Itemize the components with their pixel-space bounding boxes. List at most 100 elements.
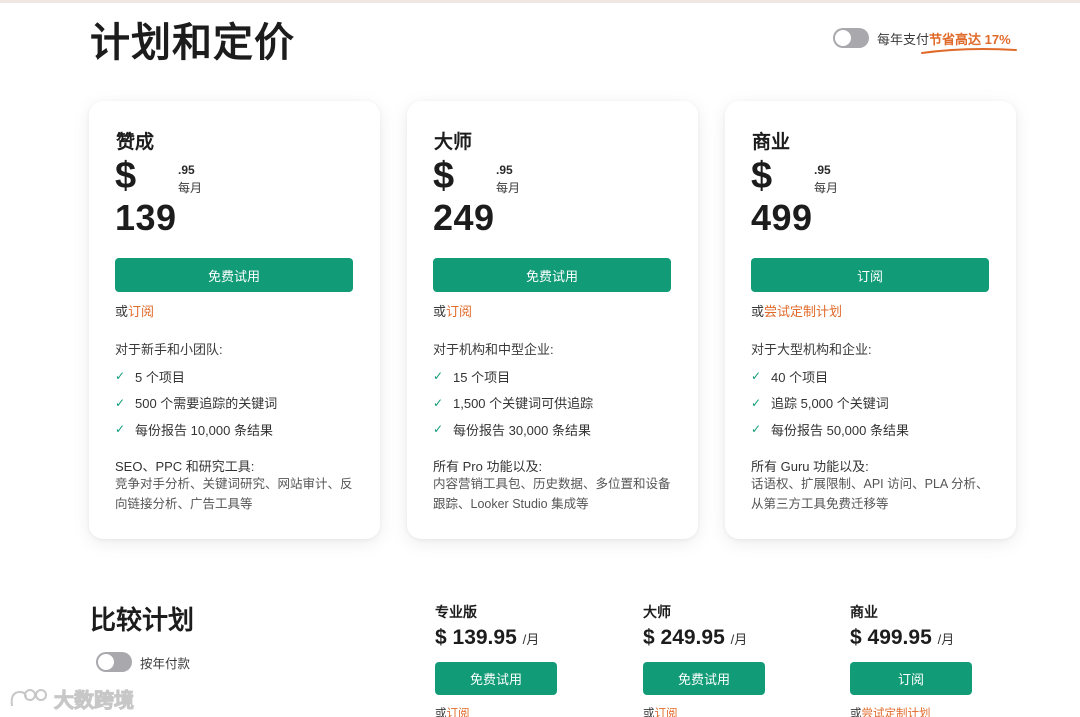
feature-text: 40 个项目 [771, 369, 829, 385]
alt-prefix: 或 [435, 708, 447, 717]
subscribe-button[interactable]: 订阅 [850, 662, 972, 695]
compare-plan-price: $ 499.95 /月 [850, 626, 954, 650]
currency-symbol: $ [433, 155, 455, 197]
subscribe-link[interactable]: 订阅 [128, 304, 154, 319]
alt-action: 或订阅 [643, 705, 678, 717]
feature-list: ✓ 40 个项目 ✓ 追踪 5,000 个关键词 ✓ 每份报告 50,000 条结果 [751, 363, 909, 443]
feature-item: ✓ 每份报告 30,000 条结果 [433, 416, 593, 443]
free-trial-button[interactable]: 免费试用 [435, 662, 557, 695]
compare-price-value: $ 249.95 [643, 626, 725, 649]
plan-name: 商业 [752, 132, 791, 153]
compare-annual-label: 按年付款 [140, 656, 191, 671]
price-period: 每月 [496, 181, 521, 195]
annual-billing-label: 每年支付节省高达 17% [877, 29, 1011, 48]
compare-plan-price: $ 249.95 /月 [643, 626, 747, 650]
compare-price-period: /月 [522, 632, 540, 647]
alt-action: 或尝试定制计划 [850, 705, 931, 717]
feature-item: ✓ 1,500 个关键词可供追踪 [433, 390, 593, 417]
free-trial-button[interactable]: 免费试用 [643, 662, 765, 695]
feature-text: 1,500 个关键词可供追踪 [453, 396, 594, 412]
feature-text: 每份报告 30,000 条结果 [453, 422, 591, 438]
toggle-knob [835, 30, 851, 46]
alt-prefix: 或 [751, 304, 765, 319]
top-strip [0, 0, 1080, 3]
tools-title: 所有 Guru 功能以及: [751, 459, 869, 474]
tools-description: 内容营销工具包、历史数据、多位置和设备跟踪、Looker Studio 集成等 [433, 477, 671, 511]
tools-title: SEO、PPC 和研究工具: [115, 459, 255, 474]
plan-card-business: 商业 $ .95 每月 499 订阅 或尝试定制计划 对于大型机构和企业: ✓ 4… [725, 101, 1016, 539]
compare-price-period: /月 [937, 632, 955, 647]
feature-text: 500 个需要追踪的关键词 [135, 396, 278, 412]
feature-item: ✓ 追踪 5,000 个关键词 [751, 390, 909, 417]
plan-audience: 对于机构和中型企业: [433, 342, 554, 357]
alt-prefix: 或 [115, 304, 129, 319]
feature-item: ✓ 40 个项目 [751, 363, 909, 390]
check-icon: ✓ [115, 422, 126, 437]
feature-text: 追踪 5,000 个关键词 [771, 396, 889, 412]
check-icon: ✓ [433, 395, 444, 410]
alt-action: 或订阅 [433, 301, 472, 320]
watermark-text: 大数跨境 [54, 690, 135, 713]
custom-plan-link[interactable]: 尝试定制计划 [764, 304, 842, 319]
alt-prefix: 或 [643, 708, 655, 717]
plan-name: 大师 [434, 132, 473, 153]
check-icon: ✓ [115, 395, 126, 410]
feature-list: ✓ 15 个项目 ✓ 1,500 个关键词可供追踪 ✓ 每份报告 30,000 条结果 [433, 363, 593, 443]
price-cents: .95 [814, 163, 831, 177]
alt-prefix: 或 [850, 708, 862, 717]
feature-list: ✓ 5 个项目 ✓ 500 个需要追踪的关键词 ✓ 每份报告 10,000 条结果 [115, 363, 277, 443]
price-cents: .95 [496, 163, 513, 177]
feature-item: ✓ 每份报告 50,000 条结果 [751, 416, 909, 443]
check-icon: ✓ [433, 422, 444, 437]
compare-plan-pro: 专业版 $ 139.95 /月 免费试用 或订阅 [435, 602, 557, 717]
annual-billing-control[interactable]: 每年支付节省高达 17% [833, 28, 1011, 48]
tools-title: 所有 Pro 功能以及: [433, 459, 543, 474]
plan-card-pro: 赞成 $ .95 每月 139 免费试用 或订阅 对于新手和小团队: ✓ 5 个项… [89, 101, 380, 539]
compare-price-value: $ 139.95 [435, 626, 517, 649]
alt-action: 或订阅 [115, 301, 154, 320]
check-icon: ✓ [751, 422, 762, 437]
feature-item: ✓ 每份报告 10,000 条结果 [115, 416, 277, 443]
compare-annual-toggle[interactable] [96, 652, 132, 672]
feature-item: ✓ 15 个项目 [433, 363, 593, 390]
watermark: 大数跨境 [8, 684, 135, 713]
compare-price-period: /月 [730, 632, 748, 647]
price-cents: .95 [178, 163, 195, 177]
currency-symbol: $ [115, 155, 137, 197]
subscribe-button[interactable]: 订阅 [751, 258, 989, 292]
compare-plan-guru: 大师 $ 249.95 /月 免费试用 或订阅 [643, 602, 765, 717]
tools-description: 竞争对手分析、关键词研究、网站审计、反向链接分析、广告工具等 [115, 477, 353, 511]
check-icon: ✓ [115, 369, 126, 384]
compare-plan-name: 专业版 [435, 604, 477, 620]
plan-name: 赞成 [116, 132, 155, 153]
free-trial-button[interactable]: 免费试用 [433, 258, 671, 292]
alt-action: 或订阅 [435, 705, 470, 717]
price-period: 每月 [178, 181, 203, 195]
compare-price-value: $ 499.95 [850, 626, 932, 649]
page-title: 计划和定价 [90, 21, 295, 65]
feature-text: 每份报告 50,000 条结果 [771, 422, 909, 438]
feature-text: 5 个项目 [135, 369, 185, 385]
subscribe-link[interactable]: 订阅 [446, 304, 472, 319]
compare-plans-title: 比较计划 [90, 605, 195, 635]
compare-plan-name: 商业 [850, 604, 878, 620]
alt-action: 或尝试定制计划 [751, 301, 842, 320]
feature-text: 每份报告 10,000 条结果 [135, 422, 273, 438]
plan-price: 249 [433, 197, 495, 238]
check-icon: ✓ [751, 395, 762, 410]
compare-plan-price: $ 139.95 /月 [435, 626, 539, 650]
check-icon: ✓ [433, 369, 444, 384]
toggle-knob [98, 654, 114, 670]
compare-annual-control[interactable]: 按年付款 [96, 652, 190, 672]
annual-billing-toggle[interactable] [833, 28, 869, 48]
compare-plan-name: 大师 [643, 604, 671, 620]
annual-billing-text: 每年支付 [877, 31, 930, 47]
subscribe-link[interactable]: 订阅 [447, 708, 470, 717]
savings-text: 节省高达 17% [929, 31, 1011, 47]
free-trial-button[interactable]: 免费试用 [115, 258, 353, 292]
watermark-logo-icon [10, 688, 47, 706]
plan-price: 499 [751, 197, 813, 238]
subscribe-link[interactable]: 订阅 [655, 708, 678, 717]
plan-price: 139 [115, 197, 177, 238]
custom-plan-link[interactable]: 尝试定制计划 [862, 708, 931, 717]
